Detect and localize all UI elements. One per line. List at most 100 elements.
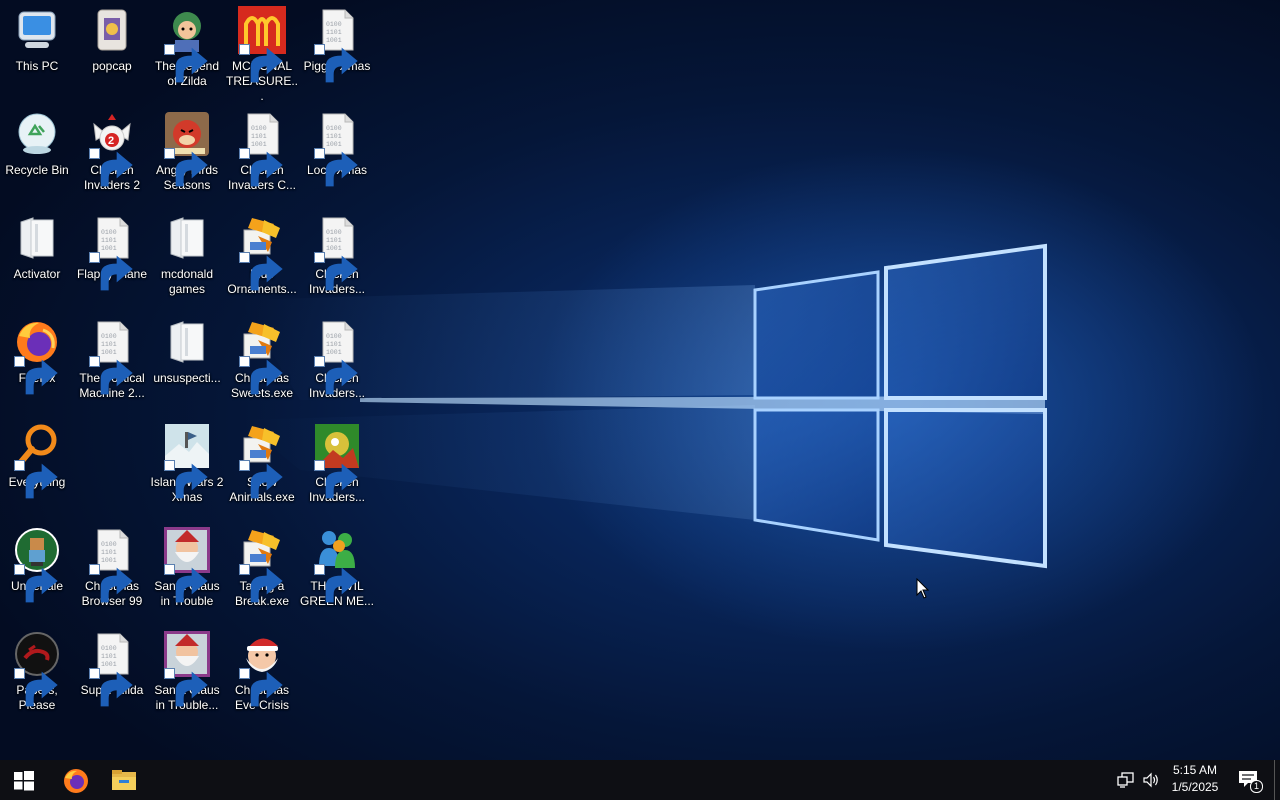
desktop-icon[interactable]: Snow Animals.exe — [225, 418, 299, 505]
svg-text:1001: 1001 — [101, 349, 117, 356]
desktop-icon[interactable]: THE EVIL GREEN ME... — [300, 522, 374, 609]
desktop-icon-label: unsuspecti... — [153, 371, 221, 385]
desktop-icon[interactable]: Chicken Invaders... — [300, 418, 374, 505]
desktop-icon[interactable]: mcdonald games — [150, 210, 224, 297]
desktop-icon[interactable]: Blue Ornaments... — [225, 210, 299, 297]
desktop-icon[interactable]: 0100 1101 1001 Flappy Plane — [75, 210, 149, 291]
svg-text:0100: 0100 — [326, 229, 342, 236]
desktop-icon[interactable]: Taking a Break.exe — [225, 522, 299, 609]
desktop-icon[interactable]: 010011011001Chicken Invaders... — [300, 314, 374, 401]
svg-text:1001: 1001 — [251, 141, 267, 148]
desktop-icon[interactable]: 010011011001Chicken Invaders C... — [225, 106, 299, 193]
taskbar-firefox-button[interactable] — [51, 760, 99, 800]
desktop-icon[interactable]: 0100 1101 1001 Loco Xmas — [300, 106, 374, 187]
svg-text:0100: 0100 — [101, 229, 117, 236]
volume-icon[interactable] — [1142, 772, 1160, 788]
desktop-icon[interactable]: Santa Claus in Trouble... — [150, 626, 224, 713]
shortcut-arrow-icon — [89, 564, 133, 603]
desktop-icon[interactable]: Recycle Bin — [0, 106, 74, 178]
desktop-icon[interactable]: This PC — [0, 2, 74, 74]
shortcut-arrow-icon — [239, 668, 283, 707]
folder-icon — [163, 318, 211, 366]
desktop-icon[interactable]: Christmas Eve Crisis — [225, 626, 299, 713]
svg-text:1001: 1001 — [101, 661, 117, 668]
desktop-icon[interactable]: 010011011001Christmas Browser 99 — [75, 522, 149, 609]
island-wars-icon — [163, 422, 211, 499]
desktop-icon[interactable]: Angry Birds Seasons — [150, 106, 224, 193]
binary-file-icon: 0100 1101 1001 — [88, 526, 136, 603]
desktop-icon[interactable]: MCDONAL TREASURE... — [225, 2, 299, 104]
binary-file-icon: 0100 1101 1001 — [88, 630, 136, 707]
svg-text:1001: 1001 — [101, 245, 117, 252]
desktop-icon-label: This PC — [15, 59, 59, 73]
shortcut-arrow-icon — [239, 564, 283, 603]
desktop[interactable]: This PC popcap The Legend of ZildaMCDONAL … — [0, 0, 1280, 760]
desktop-icon[interactable]: Christmas Sweets.exe — [225, 314, 299, 401]
santa-trouble-icon — [163, 630, 211, 707]
svg-text:1001: 1001 — [326, 245, 342, 252]
taskbar-clock[interactable]: 5:15 AM 1/5/2025 — [1160, 762, 1230, 798]
desktop-icon-label: Recycle Bin — [5, 163, 69, 177]
svg-text:1001: 1001 — [326, 141, 342, 148]
everything-search-icon — [13, 422, 61, 499]
notification-count-badge: 1 — [1250, 780, 1263, 793]
mouse-cursor-icon — [916, 578, 930, 599]
svg-text:0100: 0100 — [101, 645, 117, 652]
svg-text:0100: 0100 — [326, 125, 342, 132]
papers-please-icon — [13, 630, 61, 707]
installer-icon — [238, 318, 286, 395]
desktop-icon[interactable]: 0100 1101 1001 Super Hilda — [75, 626, 149, 707]
mcdonalds-icon — [238, 6, 286, 83]
legend-zilda-icon — [163, 6, 211, 83]
desktop-icon[interactable]: 010011011001Chicken Invaders... — [300, 210, 374, 297]
svg-text:0100: 0100 — [326, 21, 342, 28]
binary-file-icon: 0100 1101 1001 — [88, 318, 136, 395]
desktop-icon[interactable]: Activator — [0, 210, 74, 282]
installer-icon — [238, 214, 286, 291]
desktop-icon[interactable]: 010011011001The Political Machine 2... — [75, 314, 149, 401]
show-desktop-button[interactable] — [1274, 760, 1280, 800]
chicken-invaders-2-icon: 2 — [88, 110, 136, 187]
recycle-bin-icon — [13, 110, 61, 158]
shortcut-arrow-icon — [89, 148, 133, 187]
desktop-icon[interactable]: Firefox — [0, 314, 74, 395]
binary-file-icon: 0100 1101 1001 — [88, 214, 136, 291]
desktop-icon-grid: This PC popcap The Legend of ZildaMCDONAL … — [0, 0, 400, 760]
binary-file-icon: 0100 1101 1001 — [238, 110, 286, 187]
shortcut-arrow-icon — [314, 148, 358, 187]
shortcut-arrow-icon — [164, 148, 208, 187]
start-button[interactable] — [0, 760, 48, 800]
taskbar-file-explorer-button[interactable] — [99, 760, 147, 800]
shortcut-arrow-icon — [239, 252, 283, 291]
desktop-icon[interactable]: Island Wars 2 Xmas — [150, 418, 224, 505]
desktop-icon[interactable]: The Legend of Zilda — [150, 2, 224, 89]
desktop-icon[interactable]: popcap — [75, 2, 149, 74]
svg-text:1101: 1101 — [326, 29, 342, 36]
desktop-icon-label: mcdonald games — [160, 267, 214, 296]
desktop-icon[interactable]: 0100 1101 1001 Piggly Xmas — [300, 2, 374, 83]
folder-icon — [13, 214, 61, 262]
shortcut-arrow-icon — [314, 44, 358, 83]
svg-text:1101: 1101 — [251, 133, 267, 140]
shortcut-arrow-icon — [14, 356, 58, 395]
shortcut-arrow-icon — [314, 252, 358, 291]
taskbar: 5:15 AM 1/5/2025 1 — [0, 760, 1280, 800]
svg-text:1101: 1101 — [101, 549, 117, 556]
firefox-icon — [13, 318, 61, 395]
desktop-icon-label: popcap — [92, 59, 132, 73]
folder-icon — [163, 214, 211, 262]
shortcut-arrow-icon — [164, 668, 208, 707]
svg-text:1101: 1101 — [101, 237, 117, 244]
desktop-icon[interactable]: Everything — [0, 418, 74, 499]
angry-birds-icon — [163, 110, 211, 187]
shortcut-arrow-icon — [89, 668, 133, 707]
desktop-icon[interactable]: Santa Claus in Trouble — [150, 522, 224, 609]
desktop-icon[interactable]: unsuspecti... — [150, 314, 224, 386]
network-icon[interactable] — [1117, 772, 1135, 788]
desktop-icon[interactable]: Undertale — [0, 522, 74, 603]
action-center-button[interactable]: 1 — [1236, 768, 1263, 793]
desktop-icon[interactable]: 2Chicken Invaders 2 — [75, 106, 149, 193]
undertale-icon — [13, 526, 61, 603]
desktop-icon[interactable]: Papers, Please — [0, 626, 74, 713]
svg-text:1101: 1101 — [101, 341, 117, 348]
